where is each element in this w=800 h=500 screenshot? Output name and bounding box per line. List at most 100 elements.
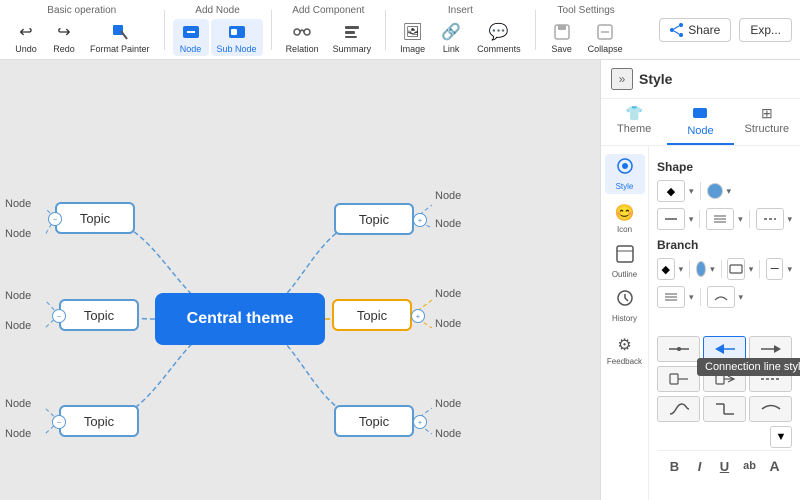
node-btn-label: Node (180, 44, 202, 54)
topic-node-t4[interactable]: Topic (332, 299, 412, 331)
central-node[interactable]: Central theme (155, 293, 325, 345)
icon-side-label: Icon (617, 225, 632, 234)
branch-section-title: Branch (657, 238, 792, 252)
link-label: Link (443, 44, 460, 54)
comments-button[interactable]: 💬 Comments (471, 19, 527, 56)
node-label-1: Node (5, 198, 31, 210)
expand-t3[interactable]: − (52, 309, 66, 323)
conn-btn-4[interactable] (657, 366, 700, 392)
undo-icon: ↩ (15, 21, 37, 43)
branch-line2-btn[interactable]: ─ (766, 258, 784, 280)
summary-button[interactable]: Summary (327, 19, 378, 56)
conn-btn-9[interactable] (749, 396, 792, 422)
bold-btn[interactable]: B (665, 455, 684, 477)
node-label-6: Node (5, 320, 31, 332)
conn-btn-8[interactable] (703, 396, 746, 422)
branch-curve-btn[interactable] (707, 286, 735, 308)
shape-row-2: ▾ ▾ ▾ (657, 208, 792, 230)
save-icon (551, 21, 573, 43)
expand-t4[interactable]: + (411, 309, 425, 323)
conn-btn-1[interactable] (657, 336, 700, 362)
shape-row-1: ◆ ▾ ▾ (657, 180, 792, 202)
sep4 (535, 10, 536, 50)
div6 (759, 260, 760, 278)
topic-node-t5[interactable]: Topic (59, 405, 139, 437)
topic-label-t6: Topic (359, 414, 389, 429)
branch-color-dot[interactable] (696, 261, 706, 277)
align-btn[interactable] (706, 208, 734, 230)
br-line-arrow: ▾ (787, 264, 792, 275)
style-icon (616, 157, 634, 180)
side-history-btn[interactable]: History (605, 286, 645, 326)
save-label: Save (551, 44, 572, 54)
add-comp-label: Add Component (292, 5, 364, 16)
strikethrough-btn[interactable]: ab (740, 455, 759, 477)
side-outline-btn[interactable]: Outline (605, 242, 645, 282)
br-fill-arrow: ▾ (679, 264, 684, 275)
font-size-btn[interactable]: A (765, 455, 784, 477)
link-button[interactable]: 🔗 Link (433, 19, 469, 56)
collapse-icon (594, 21, 616, 43)
shape-color-dot[interactable] (707, 183, 723, 199)
topic-node-t6[interactable]: Topic (334, 405, 414, 437)
shape-line-btn[interactable] (657, 208, 685, 230)
topic-node-t1[interactable]: Topic (55, 202, 135, 234)
div1 (700, 182, 701, 200)
expand-t6[interactable]: + (413, 415, 427, 429)
conn-btn-7[interactable] (657, 396, 700, 422)
side-style-btn[interactable]: Style (605, 154, 645, 194)
topic-label-t3: Topic (84, 308, 114, 323)
mind-map-canvas[interactable]: Central theme Topic − Topic + Topic − To… (0, 60, 600, 500)
sub-node-button[interactable]: Sub Node (211, 19, 263, 56)
export-button[interactable]: Exp... (739, 18, 792, 42)
branch-fill-btn[interactable]: ◆ (657, 258, 675, 280)
italic-btn[interactable]: I (690, 455, 709, 477)
save-button[interactable]: Save (544, 19, 580, 56)
format-painter-icon (109, 21, 131, 43)
expand-t1[interactable]: − (48, 212, 62, 226)
collapse-button[interactable]: Collapse (582, 19, 629, 56)
dash-btn[interactable] (756, 208, 784, 230)
undo-button[interactable]: ↩ Undo (8, 19, 44, 56)
panel-side-icons: Style 😊 Icon Outline History (601, 146, 649, 500)
summary-icon (341, 21, 363, 43)
feedback-icon: ⚙ (617, 335, 631, 355)
undo-label: Undo (15, 44, 37, 54)
toolbar-group-add-node: Add Node Node Sub Node (173, 3, 263, 56)
image-button[interactable]: 🖼 Image (394, 19, 431, 56)
shape-fill-btn[interactable]: ◆ (657, 180, 685, 202)
panel-collapse-btn[interactable]: » (611, 68, 633, 90)
node-label-12: Node (435, 428, 461, 440)
side-icon-btn[interactable]: 😊 Icon (605, 198, 645, 238)
share-button[interactable]: Share (659, 18, 731, 42)
topic-node-t2[interactable]: Topic (334, 203, 414, 235)
tab-theme[interactable]: 👕 Theme (601, 99, 667, 145)
redo-label: Redo (53, 44, 75, 54)
shape-fill-arrow: ▾ (689, 186, 694, 197)
topic-node-t3[interactable]: Topic (59, 299, 139, 331)
dropdown-btn[interactable]: ▼ (770, 426, 792, 448)
comments-label: Comments (477, 44, 521, 54)
expand-t2[interactable]: + (413, 213, 427, 227)
side-feedback-btn[interactable]: ⚙ Feedback (605, 330, 645, 370)
tab-structure[interactable]: ⊞ Structure (734, 99, 800, 145)
redo-button[interactable]: ↪ Redo (46, 19, 82, 56)
underline-btn[interactable]: U (715, 455, 734, 477)
relation-button[interactable]: Relation (280, 19, 325, 56)
text-format-bar: B I U ab A (657, 450, 792, 481)
node-label-5: Node (5, 290, 31, 302)
node-label-2: Node (5, 228, 31, 240)
node-label-8: Node (435, 318, 461, 330)
tab-node[interactable]: Node (667, 99, 733, 145)
node-button[interactable]: Node (173, 19, 209, 56)
node-label-10: Node (5, 428, 31, 440)
branch-align-btn[interactable] (657, 286, 685, 308)
branch-rect-btn[interactable] (727, 258, 745, 280)
div4 (689, 260, 690, 278)
node-label-3: Node (435, 190, 461, 202)
panel-right-content: Shape ◆ ▾ ▾ ▾ ▾ (649, 146, 800, 500)
format-painter-button[interactable]: Format Painter (84, 19, 156, 56)
expand-t5[interactable]: − (52, 415, 66, 429)
topic-label-t1: Topic (80, 211, 110, 226)
sub-node-icon (226, 21, 248, 43)
